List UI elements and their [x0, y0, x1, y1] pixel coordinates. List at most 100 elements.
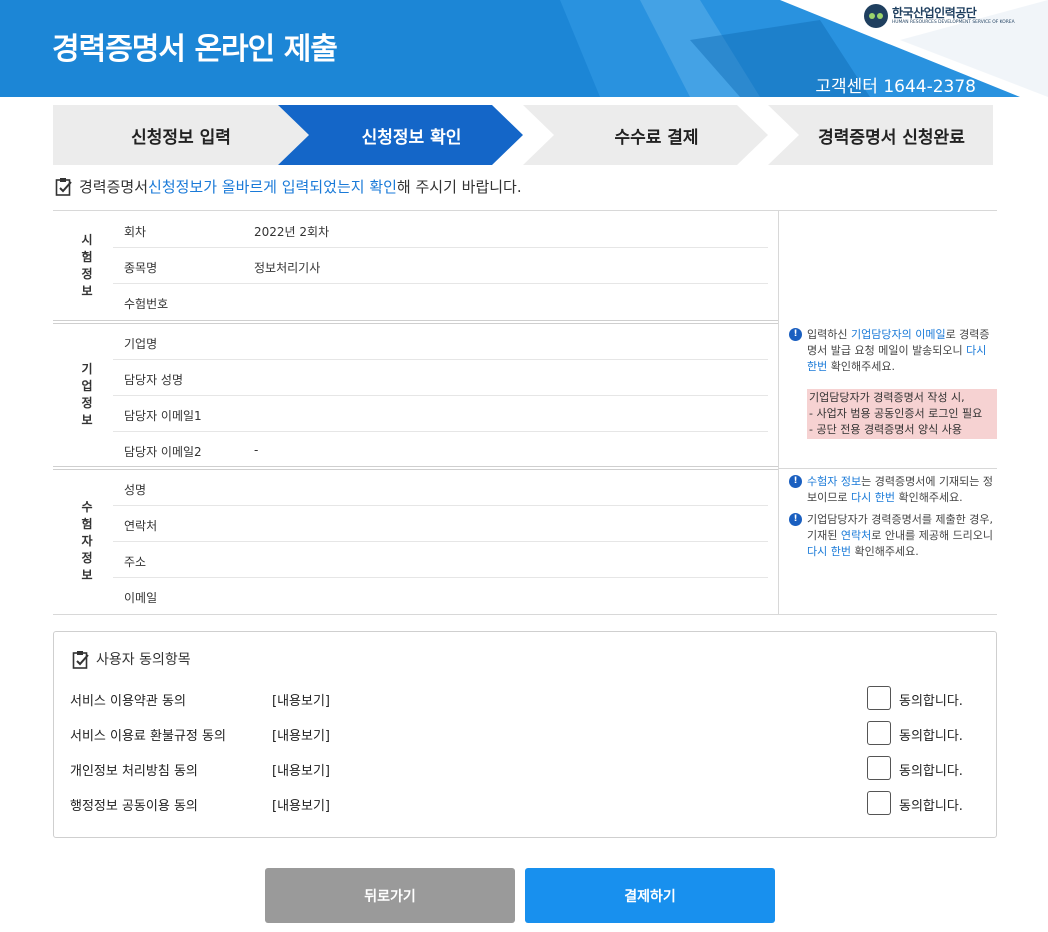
agreement-item-admin-info: 행정정보 공동이용 동의 [내용보기] 동의합니다. — [70, 791, 980, 817]
confirm-notice: 경력증명서 신청정보가 올바르게 입력되었는지 확인 해 주시기 바랍니다. — [55, 176, 522, 197]
step-3-label: 수수료 결제 — [614, 127, 699, 148]
row-key: 주소 — [124, 555, 147, 569]
view-content-link[interactable]: [내용보기] — [272, 795, 330, 814]
info-icon: ! — [789, 475, 802, 488]
row-key: 기업명 — [124, 337, 158, 351]
note-text: 확인해주세요. — [850, 545, 919, 558]
agreement-item-privacy: 개인정보 처리방침 동의 [내용보기] 동의합니다. — [70, 756, 980, 782]
agree-text[interactable]: 동의합니다. — [899, 795, 963, 814]
warning-line: - 공단 전용 경력증명서 양식 사용 — [809, 423, 963, 436]
company-info-group: 기업정보 기업명 담당자 성명 담당자 이메일1 담당자 이메일2 - — [53, 324, 768, 468]
company-info-label: 기업정보 — [81, 362, 93, 427]
notice-suffix: 해 주시기 바랍니다. — [396, 178, 522, 196]
agree-checkbox[interactable] — [867, 721, 891, 745]
agreement-label: 서비스 이용료 환불규정 동의 — [70, 729, 226, 744]
row-value: 정보처리기사 — [254, 261, 321, 275]
view-content-link[interactable]: [내용보기] — [272, 690, 330, 709]
table-row: 회차 2022년 2회차 — [113, 212, 768, 248]
note-highlight: 다시 한번 — [807, 545, 851, 558]
company-email-note: ! 입력하신 기업담당자의 이메일로 경력증명서 발급 요청 메일이 발송되오니… — [787, 327, 997, 375]
logo-name: 한국산업인력공단 — [892, 6, 977, 20]
info-icon: ! — [789, 328, 802, 341]
application-info-panel: 시험정보 회차 2022년 2회차 종목명 정보처리기사 수험번호 기업정보 기… — [53, 210, 997, 615]
table-row: 이메일 — [113, 578, 768, 614]
company-warning-box: 기업담당자가 경력증명서 작성 시, - 사업자 범용 공동인증서 로그인 필요… — [807, 389, 997, 439]
step-4: 경력증명서 신청완료 — [768, 105, 993, 165]
note-highlight: 수험자 정보 — [807, 475, 862, 488]
table-row: 담당자 이메일1 — [113, 396, 768, 432]
clipboard-check-icon — [55, 178, 72, 196]
warning-line: - 사업자 범용 공동인증서 로그인 필요 — [809, 407, 983, 420]
examinee-info-note: ! 수험자 정보는 경력증명서에 기재되는 정보이므로 다시 한번 확인해주세요… — [787, 474, 997, 506]
row-key: 회차 — [124, 225, 147, 239]
logo-subtitle: HUMAN RESOURCES DEVELOPMENT SERVICE OF K… — [892, 20, 1015, 25]
agree-checkbox[interactable] — [867, 791, 891, 815]
agree-checkbox[interactable] — [867, 756, 891, 780]
table-row: 담당자 성명 — [113, 360, 768, 396]
note-highlight: 연락처 — [840, 529, 872, 542]
table-row: 종목명 정보처리기사 — [113, 248, 768, 284]
step-1: 신청정보 입력 — [53, 105, 309, 165]
note-text: 입력하신 — [807, 328, 851, 341]
logo-icon — [864, 4, 888, 28]
view-content-link[interactable]: [내용보기] — [272, 760, 330, 779]
agreement-item-terms: 서비스 이용약관 동의 [내용보기] 동의합니다. — [70, 686, 980, 712]
table-row: 담당자 이메일2 - — [113, 432, 768, 468]
agree-text[interactable]: 동의합니다. — [899, 690, 963, 709]
row-key: 연락처 — [124, 519, 158, 533]
row-key: 담당자 이메일1 — [124, 409, 202, 423]
exam-info-label: 시험정보 — [81, 233, 93, 298]
warning-line: 기업담당자가 경력증명서 작성 시, — [809, 391, 965, 404]
note-highlight: 다시 한번 — [850, 491, 895, 504]
table-row: 수험번호 — [113, 284, 768, 320]
info-icon: ! — [789, 513, 802, 526]
hrdk-logo[interactable]: 한국산업인력공단 HUMAN RESOURCES DEVELOPMENT SER… — [864, 4, 1015, 28]
row-value: - — [254, 443, 259, 457]
exam-info-group: 시험정보 회차 2022년 2회차 종목명 정보처리기사 수험번호 — [53, 211, 768, 319]
step-1-label: 신청정보 입력 — [131, 127, 231, 148]
row-key: 담당자 이메일2 — [124, 445, 202, 459]
table-row: 연락처 — [113, 506, 768, 542]
examinee-side-note: ! 수험자 정보는 경력증명서에 기재되는 정보이므로 다시 한번 확인해주세요… — [787, 474, 997, 560]
examinee-info-label: 수험자정보 — [81, 500, 93, 582]
agreement-label: 행정정보 공동이용 동의 — [70, 799, 198, 814]
agreement-label: 서비스 이용약관 동의 — [70, 694, 186, 709]
page-title: 경력증명서 온라인 제출 — [52, 32, 338, 67]
row-key: 종목명 — [124, 261, 158, 275]
company-side-note: ! 입력하신 기업담당자의 이메일로 경력증명서 발급 요청 메일이 발송되오니… — [787, 327, 997, 439]
customer-center-text: 고객센터 1644-2378 — [815, 77, 976, 97]
note-text: 확인해주세요. — [827, 360, 895, 373]
row-key: 담당자 성명 — [124, 373, 184, 387]
note-highlight: 기업담당자의 이메일 — [850, 328, 946, 341]
step-2-active: 신청정보 확인 — [278, 105, 523, 165]
table-row: 주소 — [113, 542, 768, 578]
back-button[interactable]: 뒤로가기 — [265, 868, 515, 923]
step-2-label: 신청정보 확인 — [361, 127, 462, 148]
agree-text[interactable]: 동의합니다. — [899, 760, 963, 779]
note-text: 확인해주세요. — [894, 491, 963, 504]
agree-text[interactable]: 동의합니다. — [899, 725, 963, 744]
view-content-link[interactable]: [내용보기] — [272, 725, 330, 744]
row-value: 2022년 2회차 — [254, 225, 330, 239]
agree-checkbox[interactable] — [867, 686, 891, 710]
agreement-label: 개인정보 처리방침 동의 — [70, 764, 198, 779]
notice-highlight: 신청정보가 올바르게 입력되었는지 확인 — [148, 178, 397, 196]
clipboard-check-icon — [72, 650, 89, 669]
side-separator — [778, 468, 997, 469]
user-agreement-panel: 사용자 동의항목 서비스 이용약관 동의 [내용보기] 동의합니다. 서비스 이… — [53, 631, 997, 838]
note-text: 로 안내를 제공해 드리오니 — [871, 529, 994, 542]
table-row: 성명 — [113, 470, 768, 506]
row-key: 성명 — [124, 483, 147, 497]
examinee-contact-note: ! 기업담당자가 경력증명서를 제출한 경우, 기재된 연락처로 안내를 제공해… — [787, 512, 997, 560]
progress-steps: 신청정보 입력 신청정보 확인 수수료 결제 경력증명서 신청완료 — [53, 105, 993, 165]
row-key: 이메일 — [124, 591, 158, 605]
agreement-title: 사용자 동의항목 — [72, 649, 191, 669]
row-key: 수험번호 — [124, 297, 169, 311]
table-row: 기업명 — [113, 324, 768, 360]
agreement-item-refund: 서비스 이용료 환불규정 동의 [내용보기] 동의합니다. — [70, 721, 980, 747]
step-3: 수수료 결제 — [523, 105, 768, 165]
step-4-label: 경력증명서 신청완료 — [818, 127, 965, 148]
agreement-title-text: 사용자 동의항목 — [96, 652, 191, 668]
pay-button[interactable]: 결제하기 — [525, 868, 775, 923]
examinee-info-group: 수험자정보 성명 연락처 주소 이메일 — [53, 470, 768, 614]
